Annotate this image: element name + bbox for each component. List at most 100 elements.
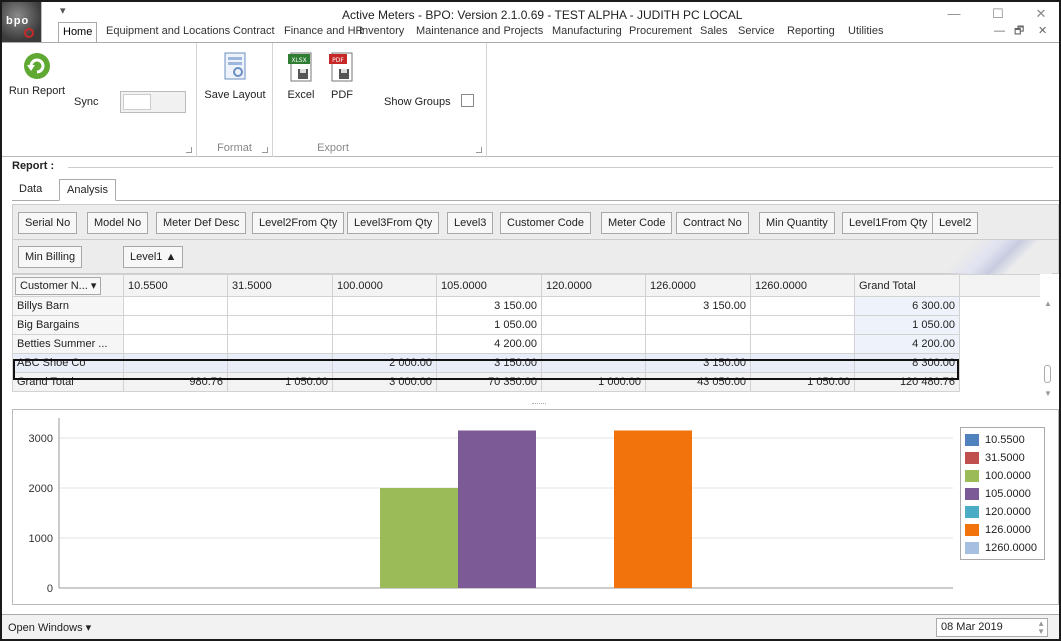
column-header[interactable]: 1260.0000 bbox=[750, 274, 855, 297]
grand-total-cell[interactable]: 6 300.00 bbox=[854, 296, 960, 316]
table-row[interactable]: Billys Barn 3 150.00 3 150.00 6 300.00 bbox=[12, 296, 1040, 316]
field-serial-no[interactable]: Serial No bbox=[18, 212, 78, 234]
table-cell[interactable] bbox=[227, 353, 333, 373]
menu-sales[interactable]: Sales bbox=[696, 22, 732, 42]
table-cell[interactable] bbox=[123, 334, 228, 354]
ribbon-collapse-button[interactable]: — bbox=[990, 22, 1009, 42]
row-header[interactable]: ABC Shoe Co bbox=[12, 353, 124, 373]
table-cell[interactable] bbox=[332, 315, 437, 335]
table-cell[interactable] bbox=[750, 296, 855, 316]
minimize-button[interactable]: — bbox=[939, 6, 969, 21]
field-contract-no[interactable]: Contract No bbox=[676, 212, 749, 234]
field-level1[interactable]: Level1 ▲ bbox=[123, 246, 184, 268]
total-cell[interactable]: 980.76 bbox=[123, 372, 228, 392]
show-groups-checkbox[interactable] bbox=[461, 94, 474, 107]
table-cell[interactable] bbox=[332, 296, 437, 316]
table-cell[interactable] bbox=[227, 296, 333, 316]
excel-export-button[interactable]: XLSX Excel bbox=[283, 51, 319, 101]
table-cell[interactable] bbox=[645, 334, 751, 354]
total-cell[interactable]: 1 050.00 bbox=[750, 372, 855, 392]
table-cell[interactable]: 3 150.00 bbox=[436, 353, 542, 373]
column-header[interactable]: 120.0000 bbox=[541, 274, 646, 297]
field-level1from-qty[interactable]: Level1From Qty bbox=[842, 212, 935, 234]
table-cell[interactable]: 4 200.00 bbox=[436, 334, 542, 354]
menu-inventory[interactable]: Inventory bbox=[355, 22, 408, 42]
bar-105.0000[interactable] bbox=[458, 430, 536, 589]
table-row[interactable]: Betties Summer ... 4 200.00 4 200.00 bbox=[12, 334, 1040, 354]
group-launcher-icon[interactable] bbox=[186, 147, 192, 153]
table-cell[interactable] bbox=[332, 334, 437, 354]
menu-reporting[interactable]: Reporting bbox=[783, 22, 839, 42]
column-header[interactable]: 10.5500 bbox=[123, 274, 228, 297]
grand-total-cell[interactable]: 1 050.00 bbox=[854, 315, 960, 335]
table-cell[interactable] bbox=[750, 353, 855, 373]
column-header[interactable]: 100.0000 bbox=[332, 274, 437, 297]
field-level3from-qty[interactable]: Level3From Qty bbox=[347, 212, 440, 234]
grand-total-cell[interactable]: 4 200.00 bbox=[854, 334, 960, 354]
field-customer-code[interactable]: Customer Code bbox=[500, 212, 592, 234]
group-launcher-icon[interactable] bbox=[262, 147, 268, 153]
menu-contract[interactable]: Contract bbox=[229, 22, 279, 42]
menu-utilities[interactable]: Utilities bbox=[844, 22, 887, 42]
field-meter-code[interactable]: Meter Code bbox=[601, 212, 673, 234]
total-cell[interactable]: 43 050.00 bbox=[645, 372, 751, 392]
quick-access-dropdown-icon[interactable]: ▾ bbox=[60, 4, 66, 17]
row-header[interactable]: Grand Total bbox=[12, 372, 124, 392]
ribbon-restore-button[interactable]: 🗗 bbox=[1010, 22, 1028, 42]
sync-toggle[interactable] bbox=[120, 91, 186, 113]
table-cell[interactable] bbox=[541, 334, 646, 354]
row-header[interactable]: Big Bargains bbox=[12, 315, 124, 335]
table-cell[interactable]: 2 000.00 bbox=[332, 353, 437, 373]
table-cell[interactable] bbox=[123, 296, 228, 316]
field-customer-name[interactable]: Customer N... ▾ bbox=[15, 276, 102, 295]
field-min-billing[interactable]: Min Billing bbox=[18, 246, 83, 268]
row-header[interactable]: Billys Barn bbox=[12, 296, 124, 316]
app-logo[interactable]: bpo bbox=[2, 2, 42, 42]
close-button[interactable]: ✕ bbox=[1026, 6, 1056, 22]
table-cell[interactable] bbox=[750, 334, 855, 354]
total-cell[interactable]: 1 050.00 bbox=[227, 372, 333, 392]
menu-equipment-and-locations[interactable]: Equipment and Locations bbox=[102, 22, 234, 42]
column-header[interactable]: 31.5000 bbox=[227, 274, 333, 297]
vertical-scrollbar[interactable]: ▲ ▼ bbox=[1039, 297, 1057, 400]
selected-table-row[interactable]: ABC Shoe Co 2 000.00 3 150.00 3 150.00 8… bbox=[12, 353, 1040, 373]
table-cell[interactable] bbox=[123, 353, 228, 373]
tab-data[interactable]: Data bbox=[12, 179, 49, 201]
menu-maintenance-and-projects[interactable]: Maintenance and Projects bbox=[412, 22, 547, 42]
field-level2from-qty[interactable]: Level2From Qty bbox=[252, 212, 345, 234]
date-field[interactable]: 08 Mar 2019 ▲ ▼ bbox=[936, 618, 1048, 637]
row-header[interactable]: Betties Summer ... bbox=[12, 334, 124, 354]
table-cell[interactable]: 3 150.00 bbox=[645, 353, 751, 373]
field-level2[interactable]: Level2 bbox=[932, 212, 979, 234]
table-cell[interactable] bbox=[123, 315, 228, 335]
bar-100.0000[interactable] bbox=[380, 488, 458, 588]
save-layout-button[interactable]: Save Layout bbox=[203, 51, 267, 101]
ribbon-close-button[interactable]: ✕ bbox=[1034, 22, 1051, 42]
total-cell[interactable]: 1 000.00 bbox=[541, 372, 646, 392]
column-header[interactable]: 126.0000 bbox=[645, 274, 751, 297]
table-cell[interactable] bbox=[227, 334, 333, 354]
menu-procurement[interactable]: Procurement bbox=[625, 22, 696, 42]
scroll-down-icon[interactable]: ▼ bbox=[1044, 389, 1052, 398]
table-cell[interactable] bbox=[227, 315, 333, 335]
maximize-button[interactable]: ☐ bbox=[983, 6, 1013, 22]
table-cell[interactable] bbox=[750, 315, 855, 335]
table-row[interactable]: Big Bargains 1 050.00 1 050.00 bbox=[12, 315, 1040, 335]
open-windows-menu[interactable]: Open Windows ▾ bbox=[8, 621, 91, 634]
field-model-no[interactable]: Model No bbox=[87, 212, 149, 234]
table-cell[interactable] bbox=[541, 315, 646, 335]
grand-total-cell[interactable]: 8 300.00 bbox=[854, 353, 960, 373]
menu-manufacturing[interactable]: Manufacturing bbox=[548, 22, 626, 42]
grand-total-cell[interactable]: 120 480.76 bbox=[854, 372, 960, 392]
scroll-up-icon[interactable]: ▲ bbox=[1044, 299, 1052, 308]
column-header[interactable]: 105.0000 bbox=[436, 274, 542, 297]
table-cell[interactable] bbox=[541, 296, 646, 316]
table-cell[interactable]: 3 150.00 bbox=[436, 296, 542, 316]
tab-analysis[interactable]: Analysis bbox=[59, 179, 116, 201]
grand-total-header[interactable]: Grand Total bbox=[854, 274, 960, 297]
table-cell[interactable]: 3 150.00 bbox=[645, 296, 751, 316]
menu-service[interactable]: Service bbox=[734, 22, 779, 42]
total-cell[interactable]: 3 000.00 bbox=[332, 372, 437, 392]
field-meter-def-desc[interactable]: Meter Def Desc bbox=[156, 212, 247, 234]
total-cell[interactable]: 70 350.00 bbox=[436, 372, 542, 392]
